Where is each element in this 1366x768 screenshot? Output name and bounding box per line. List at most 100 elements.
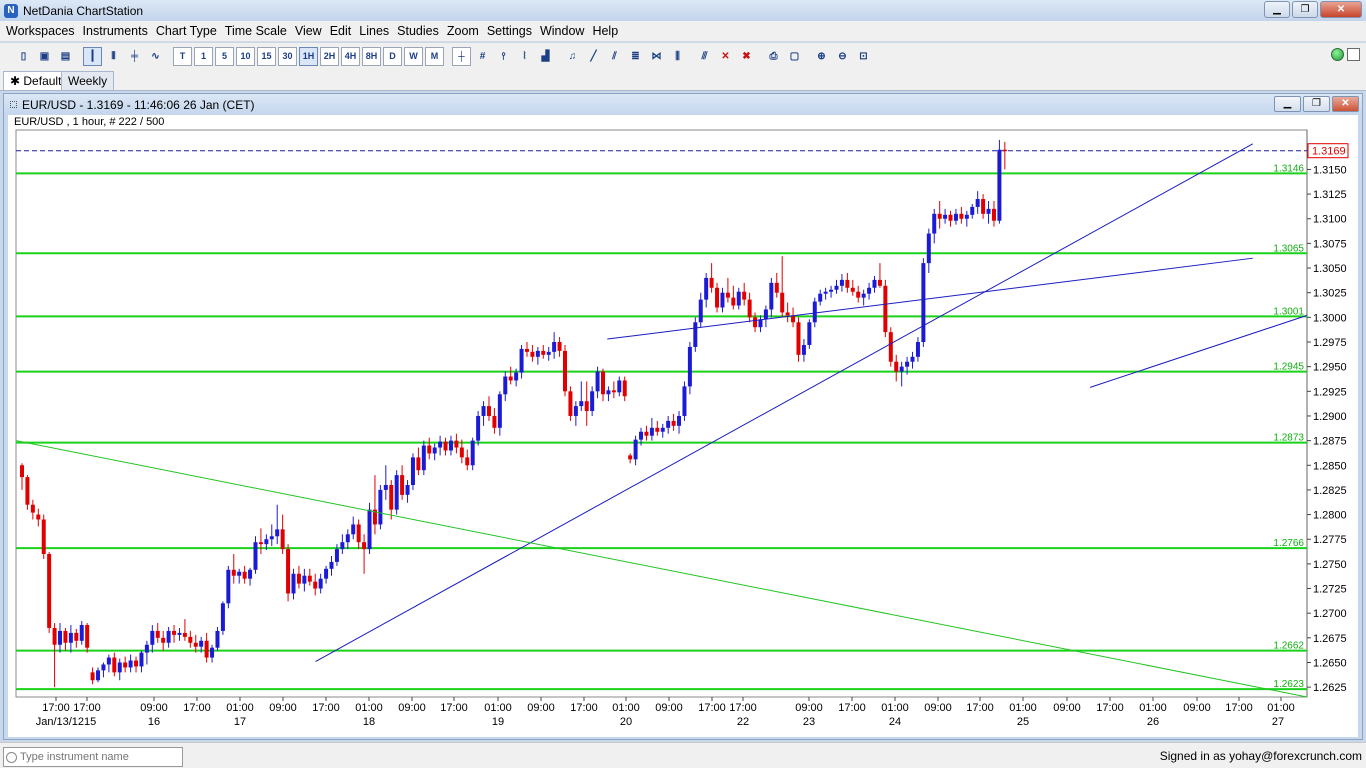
- chart-type-candles-icon[interactable]: ⫴: [104, 47, 123, 66]
- instrument-search[interactable]: [3, 747, 183, 767]
- candle-body: [986, 208, 991, 214]
- candle-body: [682, 386, 687, 416]
- candle-body: [443, 441, 448, 451]
- zoom-in-icon[interactable]: ⊕: [812, 47, 831, 66]
- candle-body: [497, 394, 502, 428]
- candle-body: [948, 214, 953, 221]
- menu-instruments[interactable]: Instruments: [79, 24, 152, 38]
- timeframe-30m-button[interactable]: 30: [278, 46, 297, 66]
- timeframe-monthly-button[interactable]: M: [425, 46, 444, 66]
- timeframe-8h-button[interactable]: 8H: [362, 46, 381, 66]
- candle-body: [47, 554, 52, 628]
- chart-minimize-button[interactable]: ▁: [1274, 96, 1301, 112]
- candle-body: [818, 293, 823, 302]
- save-icon[interactable]: ▣: [35, 47, 54, 66]
- instrument-search-input[interactable]: [20, 751, 170, 763]
- menu-settings[interactable]: Settings: [483, 24, 536, 38]
- candle-body: [188, 636, 193, 643]
- menu-window[interactable]: Window: [536, 24, 588, 38]
- candle-body: [128, 660, 133, 668]
- menu-zoom[interactable]: Zoom: [443, 24, 483, 38]
- candle-body: [123, 662, 128, 668]
- candle-body: [573, 406, 578, 416]
- timeframe-weekly-button[interactable]: W: [404, 46, 423, 66]
- candle-body: [725, 292, 730, 298]
- alert-bell-icon[interactable]: ♫: [563, 47, 582, 66]
- candle-body: [144, 644, 149, 653]
- candle-body: [856, 291, 861, 298]
- chart-type-bars-icon[interactable]: ┃: [83, 46, 102, 66]
- tab-default[interactable]: ✱ Default: [3, 71, 69, 90]
- candle-body: [237, 571, 242, 576]
- menu-chart-type[interactable]: Chart Type: [152, 24, 221, 38]
- candle-body: [975, 199, 980, 207]
- menu-edit[interactable]: Edit: [326, 24, 356, 38]
- chart-maximize-button[interactable]: ❐: [1303, 96, 1330, 112]
- zoom-reset-icon[interactable]: ⊡: [854, 47, 873, 66]
- candle-body: [139, 652, 144, 667]
- minimize-button[interactable]: ▁: [1264, 1, 1290, 18]
- candle-body: [991, 208, 996, 221]
- channel-line-icon[interactable]: ⫽: [605, 47, 624, 66]
- x-time-label: 01:00: [484, 702, 512, 714]
- chart-type-ohlc-icon[interactable]: ╪: [125, 47, 144, 66]
- volume-icon[interactable]: ▟: [536, 47, 555, 66]
- candle-body: [269, 536, 274, 540]
- trendline-icon[interactable]: ╱: [584, 47, 603, 66]
- maximize-button[interactable]: ❐: [1292, 1, 1318, 18]
- timeframe-1m-button[interactable]: 1: [194, 46, 213, 66]
- print-icon[interactable]: ⎙: [764, 47, 783, 66]
- candle-body: [291, 573, 296, 594]
- timeframe-1h-button[interactable]: 1H: [299, 46, 318, 66]
- delete-all-icon[interactable]: ✖: [737, 47, 756, 66]
- menu-studies[interactable]: Studies: [393, 24, 443, 38]
- delete-line-icon[interactable]: ⫻: [695, 47, 714, 66]
- print-preview-icon[interactable]: ▢: [785, 47, 804, 66]
- menu-lines[interactable]: Lines: [355, 24, 393, 38]
- candle-body: [400, 475, 405, 495]
- gann-icon[interactable]: ⋈: [647, 47, 666, 66]
- study-icon[interactable]: ⦚: [515, 47, 534, 66]
- fibonacci-icon[interactable]: ≣: [626, 47, 645, 66]
- zoom-out-icon[interactable]: ⊖: [833, 47, 852, 66]
- panel-toggle-icon[interactable]: [1347, 48, 1360, 61]
- chart-type-line-icon[interactable]: ∿: [146, 47, 165, 66]
- indicator-icon[interactable]: ⫯: [494, 47, 513, 66]
- y-tick-label: 1.3025: [1313, 288, 1347, 300]
- delete-selected-icon[interactable]: ✕: [716, 47, 735, 66]
- cycle-lines-icon[interactable]: ⫼: [668, 47, 687, 66]
- menu-help[interactable]: Help: [588, 24, 622, 38]
- x-time-label: 17:00: [440, 702, 468, 714]
- x-time-label: 01:00: [226, 702, 254, 714]
- timeframe-2h-button[interactable]: 2H: [320, 46, 339, 66]
- chart-close-button[interactable]: ✕: [1332, 96, 1359, 112]
- candle-body: [351, 524, 356, 535]
- close-button[interactable]: ✕: [1320, 1, 1362, 18]
- grid-icon[interactable]: #: [473, 47, 492, 66]
- candle-body: [617, 380, 622, 393]
- menu-time-scale[interactable]: Time Scale: [221, 24, 291, 38]
- tab-weekly[interactable]: Weekly: [61, 71, 115, 90]
- chart-area[interactable]: 1.3150 1.3125 1.3100 1.3075 1.3050 1.3025 1.30…: [8, 115, 1358, 737]
- candle-body: [899, 366, 904, 372]
- x-time-label: 17:00: [42, 702, 70, 714]
- menu-workspaces[interactable]: Workspaces: [2, 24, 79, 38]
- timeframe-4h-button[interactable]: 4H: [341, 46, 360, 66]
- candle-body: [63, 630, 68, 643]
- candle-body: [644, 431, 649, 436]
- new-workspace-icon[interactable]: ▯: [14, 47, 33, 66]
- candle-body: [763, 309, 768, 320]
- candle-body: [367, 509, 372, 550]
- crosshair-icon[interactable]: ┼: [452, 46, 471, 66]
- timeframe-5m-button[interactable]: 5: [215, 46, 234, 66]
- timeframe-daily-button[interactable]: D: [383, 46, 402, 66]
- candle-body: [210, 647, 215, 658]
- price-chart[interactable]: 1.3150 1.3125 1.3100 1.3075 1.3050 1.3025 1.30…: [8, 115, 1358, 737]
- chart-window-titlebar[interactable]: EUR/USD - 1.3169 - 11:46:06 26 Jan (CET)…: [4, 94, 1362, 115]
- candle-body: [58, 630, 63, 645]
- save-as-icon[interactable]: ▤: [56, 47, 75, 66]
- menu-view[interactable]: View: [291, 24, 326, 38]
- timeframe-10m-button[interactable]: 10: [236, 46, 255, 66]
- timeframe-15m-button[interactable]: 15: [257, 46, 276, 66]
- timeframe-tick-button[interactable]: T: [173, 46, 192, 66]
